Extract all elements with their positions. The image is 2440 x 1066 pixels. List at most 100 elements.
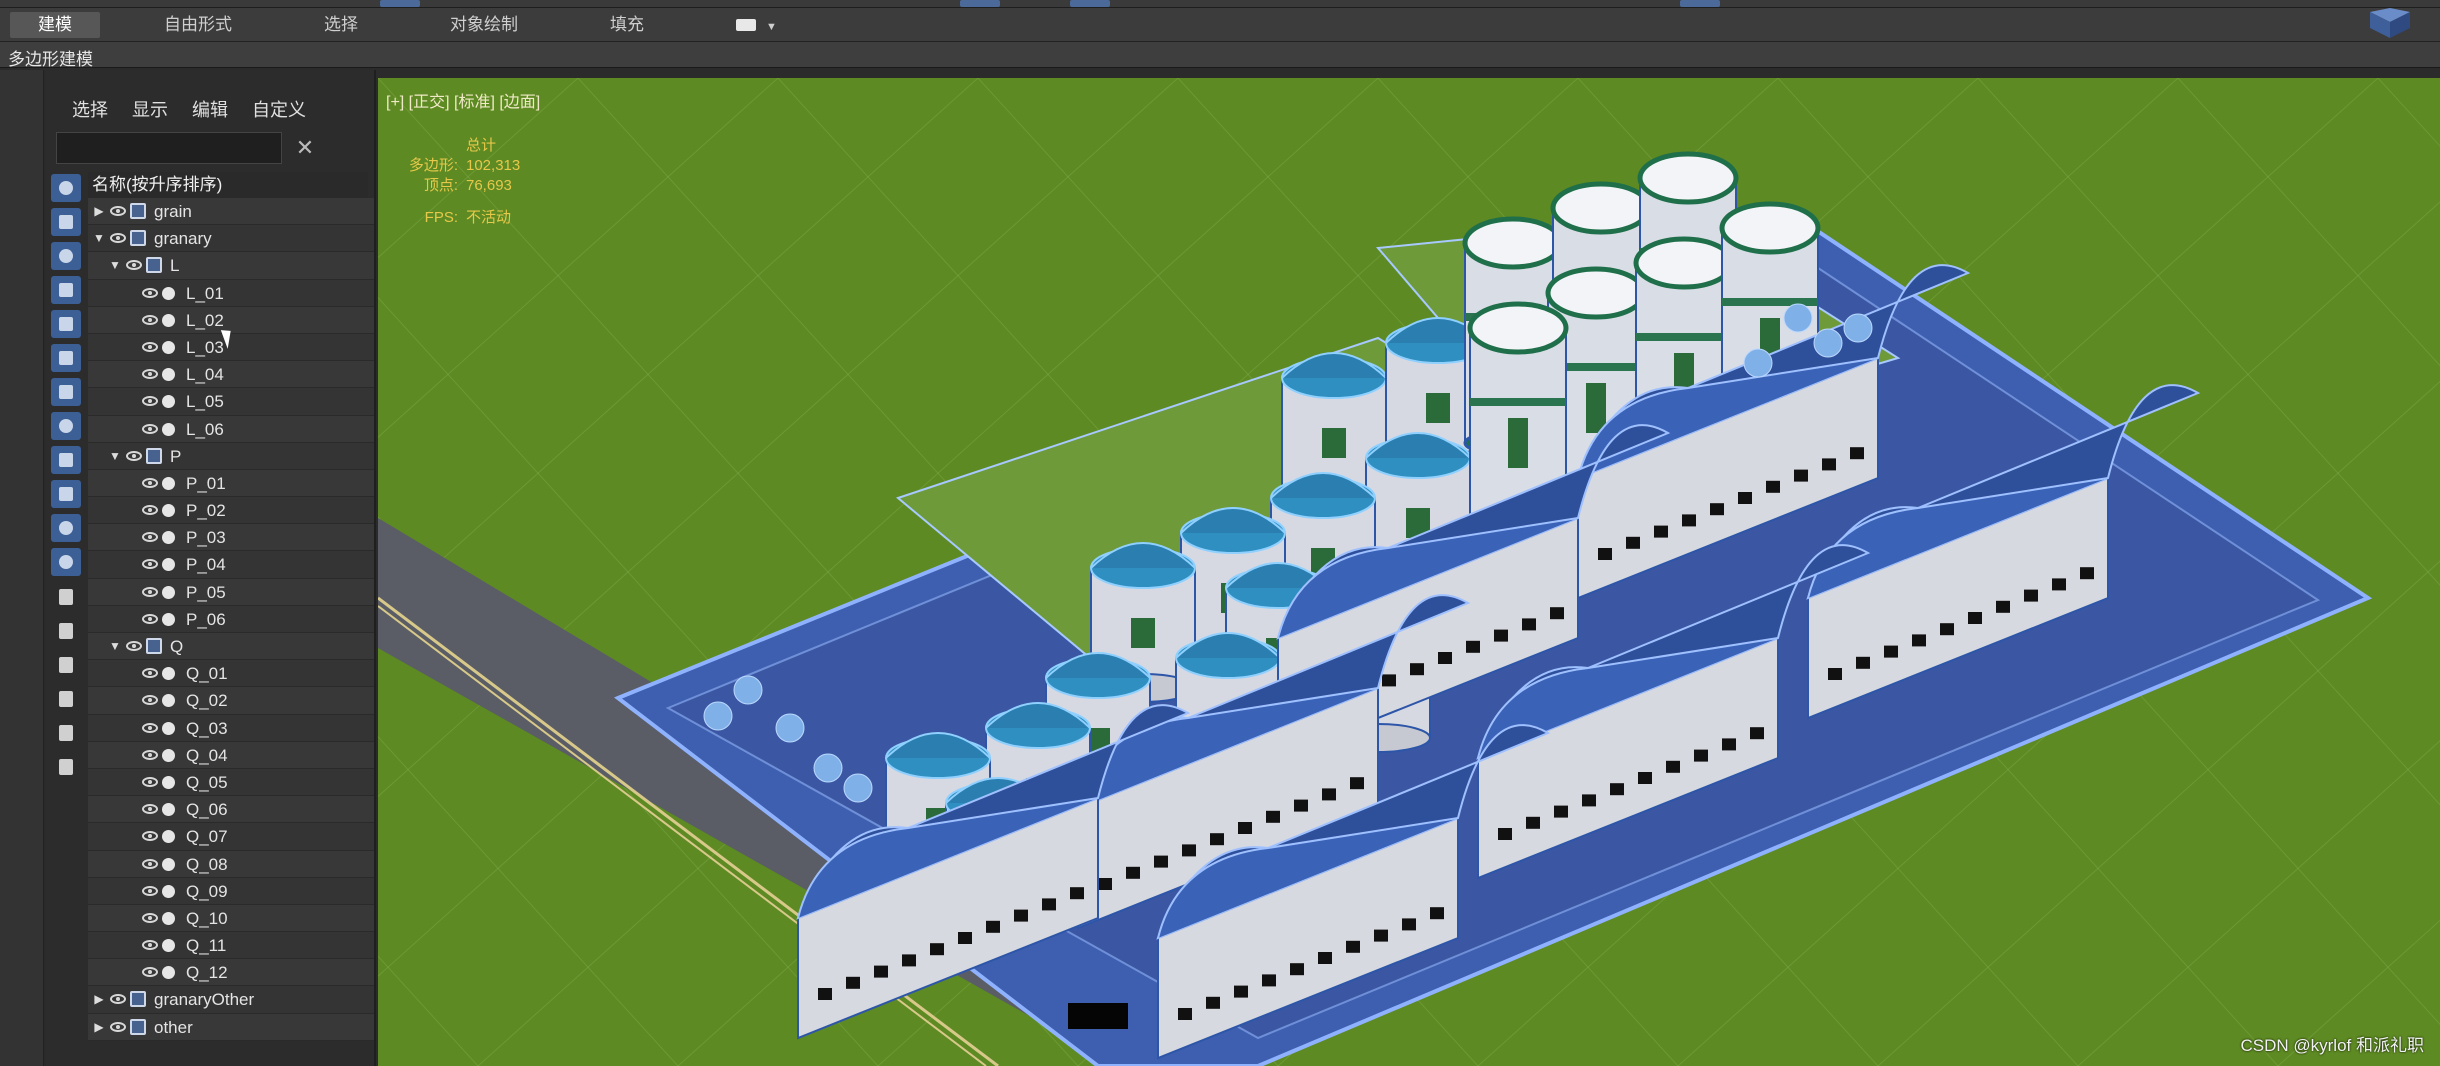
chevron-right-icon[interactable]: ▶ — [92, 1014, 106, 1041]
tree-group-row[interactable]: ▶ granaryOther — [88, 986, 374, 1014]
display-bones-icon[interactable] — [51, 446, 81, 474]
display-groups-icon[interactable] — [51, 378, 81, 406]
viewport-label[interactable]: [+] [正交] [标准] [边面] — [386, 88, 540, 112]
filter-icon[interactable] — [51, 718, 81, 746]
tree-object-row[interactable]: Q_12 — [88, 959, 374, 987]
eye-icon[interactable] — [110, 1021, 126, 1032]
eye-icon[interactable] — [142, 831, 158, 842]
viewcube-icon[interactable] — [2360, 8, 2420, 38]
ribbon-options-button[interactable]: ▼ — [708, 12, 805, 38]
eye-icon[interactable] — [142, 776, 158, 787]
tree-object-row[interactable]: L_04 — [88, 361, 374, 389]
tree-object-row[interactable]: Q_10 — [88, 904, 374, 933]
search-input[interactable] — [56, 132, 282, 164]
display-particles-icon[interactable] — [51, 514, 81, 542]
tree-group-row[interactable]: ▶ grain — [88, 198, 374, 226]
chevron-right-icon[interactable]: ▶ — [92, 198, 106, 225]
tree-object-row[interactable]: P_03 — [88, 524, 374, 552]
eye-icon[interactable] — [142, 314, 158, 325]
menu-edit[interactable]: 编辑 — [192, 96, 228, 122]
eye-icon[interactable] — [142, 695, 158, 706]
eye-icon[interactable] — [110, 206, 126, 216]
tab-populate[interactable]: 填充 — [582, 12, 672, 38]
toolbar-chip[interactable] — [1680, 0, 1720, 7]
menu-display[interactable]: 显示 — [132, 96, 168, 122]
tree-object-row[interactable]: P_02 — [88, 497, 374, 525]
eye-icon[interactable] — [142, 858, 158, 869]
perspective-viewport[interactable]: [+] [正交] [标准] [边面] 总计 多边形: 102,313 顶点: 76,… — [378, 78, 2440, 1066]
tab-selection[interactable]: 选择 — [296, 12, 386, 38]
display-xrefs-icon[interactable] — [51, 412, 81, 440]
eye-icon[interactable] — [142, 505, 158, 516]
tab-freeform[interactable]: 自由形式 — [136, 12, 260, 38]
tree-object-row[interactable]: P_01 — [88, 469, 374, 498]
display-lights-icon[interactable] — [51, 242, 81, 270]
eye-icon[interactable] — [142, 532, 158, 543]
list-icon[interactable] — [51, 582, 81, 610]
chevron-down-icon[interactable]: ▼ — [92, 225, 106, 252]
eye-icon[interactable] — [110, 994, 126, 1005]
eye-icon[interactable] — [142, 586, 158, 597]
visibility-toggle-icon[interactable] — [51, 548, 81, 576]
eye-icon[interactable] — [142, 967, 158, 978]
chevron-right-icon[interactable]: ▶ — [92, 986, 106, 1013]
tree-object-row[interactable]: L_01 — [88, 279, 374, 307]
tab-object-paint[interactable]: 对象绘制 — [422, 12, 546, 38]
tree-group-row[interactable]: ▼ L — [88, 252, 374, 280]
menu-customize[interactable]: 自定义 — [252, 96, 306, 122]
chevron-down-icon[interactable]: ▼ — [108, 633, 122, 660]
eye-icon[interactable] — [142, 477, 158, 488]
toolbar-chip[interactable] — [960, 0, 1000, 7]
tree-object-row[interactable]: Q_11 — [88, 932, 374, 960]
eye-icon[interactable] — [142, 804, 158, 815]
eye-icon[interactable] — [142, 287, 158, 298]
layer-icon[interactable] — [51, 752, 81, 780]
file-icon[interactable] — [51, 650, 81, 678]
menu-select[interactable]: 选择 — [72, 96, 108, 122]
eye-icon[interactable] — [126, 641, 142, 651]
eye-icon[interactable] — [126, 450, 142, 461]
tree-group-row[interactable]: ▶ other — [88, 1013, 374, 1041]
eye-icon[interactable] — [142, 559, 158, 570]
display-containers-icon[interactable] — [51, 480, 81, 508]
tab-modeling[interactable]: 建模 — [10, 11, 100, 38]
tree-object-row[interactable]: Q_07 — [88, 823, 374, 851]
funnel-filter-icon[interactable] — [51, 684, 81, 712]
toolbar-chip[interactable] — [1070, 0, 1110, 7]
tree-object-row[interactable]: Q_01 — [88, 660, 374, 688]
display-shapes-icon[interactable] — [51, 208, 81, 236]
tree-object-row[interactable]: Q_05 — [88, 768, 374, 797]
eye-icon[interactable] — [142, 749, 158, 760]
eye-icon[interactable] — [142, 940, 158, 951]
tree-object-row[interactable]: P_05 — [88, 578, 374, 606]
close-icon[interactable]: ✕ — [290, 132, 320, 164]
eye-icon[interactable] — [142, 613, 158, 624]
frozen-icon[interactable] — [51, 616, 81, 644]
eye-icon[interactable] — [142, 341, 158, 352]
tree-group-row[interactable]: ▼ granary — [88, 225, 374, 253]
tree-object-row[interactable]: Q_03 — [88, 714, 374, 742]
tree-group-row[interactable]: ▼ P — [88, 442, 374, 470]
tree-object-row[interactable]: Q_04 — [88, 741, 374, 769]
toolbar-chip[interactable] — [380, 0, 420, 7]
tree-object-row[interactable]: P_06 — [88, 605, 374, 633]
chevron-down-icon[interactable]: ▼ — [108, 252, 122, 279]
eye-icon[interactable] — [142, 668, 158, 679]
eye-icon[interactable] — [126, 260, 142, 271]
eye-icon[interactable] — [142, 722, 158, 733]
eye-icon[interactable] — [142, 885, 158, 896]
tree-object-row[interactable]: L_02 — [88, 306, 374, 334]
tree-object-row[interactable]: Q_02 — [88, 687, 374, 715]
tree-object-row[interactable]: Q_08 — [88, 850, 374, 878]
tree-object-row[interactable]: Q_09 — [88, 877, 374, 905]
display-spacewarps-icon[interactable] — [51, 344, 81, 372]
eye-icon[interactable] — [142, 912, 158, 923]
eye-icon[interactable] — [142, 369, 158, 380]
tree-object-row[interactable]: P_04 — [88, 551, 374, 579]
eye-icon[interactable] — [110, 233, 126, 244]
polygon-modeling-label[interactable]: 多边形建模 — [8, 45, 93, 70]
display-helpers-icon[interactable] — [51, 310, 81, 338]
tree-group-row[interactable]: ▼ Q — [88, 633, 374, 661]
eye-icon[interactable] — [142, 423, 158, 434]
chevron-down-icon[interactable]: ▼ — [108, 443, 122, 470]
